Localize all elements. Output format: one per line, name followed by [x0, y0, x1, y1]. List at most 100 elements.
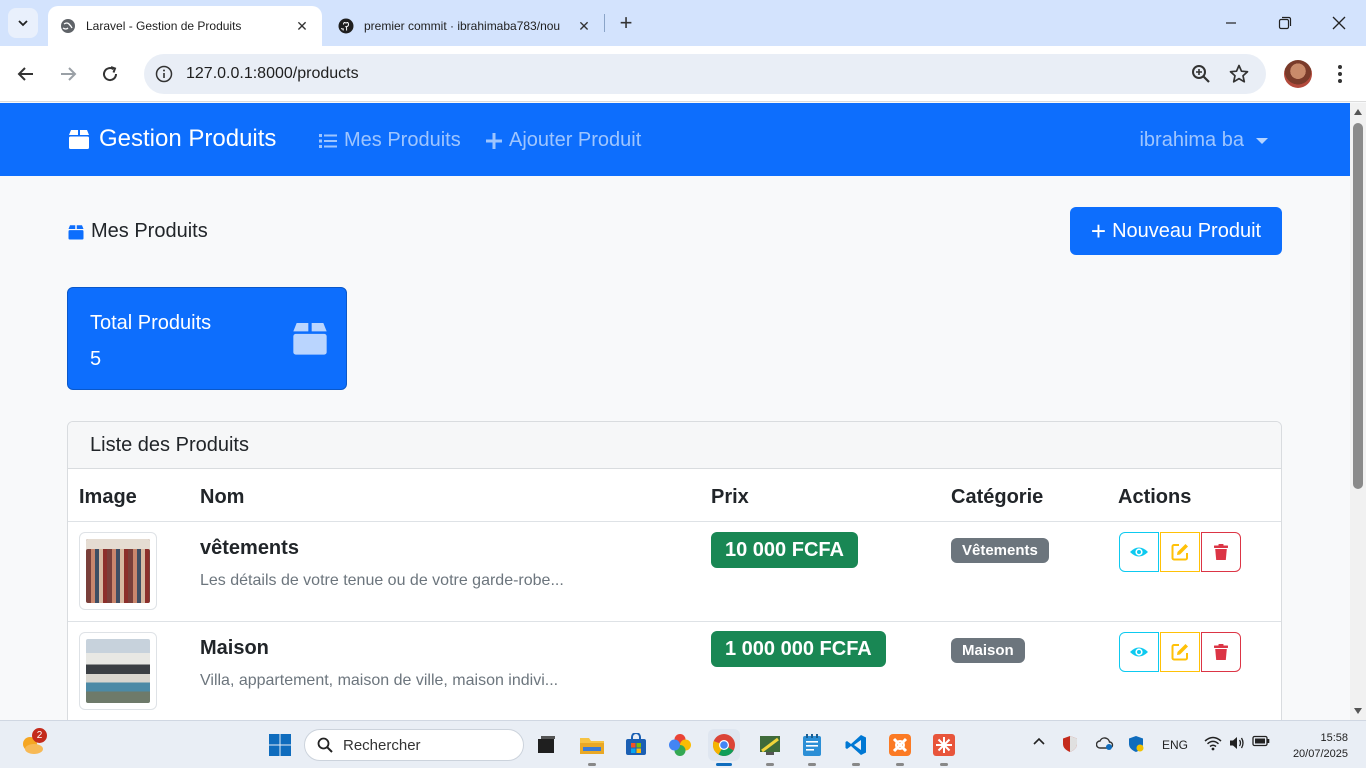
- tab-close-icon[interactable]: ✕: [574, 16, 594, 36]
- arrow-right-icon: [61, 67, 77, 81]
- active-indicator: [716, 763, 732, 766]
- column-header-image: Image: [79, 486, 137, 508]
- product-name[interactable]: vêtements: [200, 537, 299, 560]
- notification-badge: 2: [32, 728, 47, 743]
- volume-icon[interactable]: [1228, 735, 1246, 754]
- tab-laravel[interactable]: Laravel - Gestion de Produits ✕: [48, 6, 322, 46]
- chevron-down-icon: [18, 20, 28, 27]
- notepad-icon[interactable]: [798, 731, 826, 759]
- restore-button[interactable]: [1258, 0, 1312, 46]
- task-view-icon[interactable]: [532, 731, 560, 759]
- delete-button[interactable]: [1201, 532, 1241, 572]
- scroll-down-icon[interactable]: [1354, 708, 1362, 714]
- running-indicator: [852, 763, 860, 766]
- brand-link[interactable]: Gestion Produits: [67, 125, 276, 153]
- column-header-actions: Actions: [1118, 486, 1192, 508]
- tab-github[interactable]: premier commit · ibrahimaba783/nou ✕: [326, 6, 604, 46]
- bookmark-star-icon[interactable]: [1228, 63, 1250, 85]
- clock-date: 20/07/2025: [1292, 748, 1348, 760]
- delete-button[interactable]: [1201, 632, 1241, 672]
- arrow-left-icon: [17, 67, 33, 81]
- new-product-button[interactable]: + Nouveau Produit: [1070, 207, 1282, 255]
- site-info-icon[interactable]: [154, 64, 174, 84]
- box-icon: [69, 130, 89, 149]
- edit-icon: [1171, 544, 1188, 561]
- tab-title: Laravel - Gestion de Produits: [86, 19, 242, 33]
- zoom-icon[interactable]: [1190, 63, 1212, 85]
- app-icon-star[interactable]: [930, 731, 958, 759]
- row-divider: [68, 621, 1281, 622]
- trash-icon: [1214, 644, 1228, 660]
- security-shield-icon[interactable]: [1128, 735, 1144, 756]
- new-tab-button[interactable]: +: [614, 10, 638, 35]
- nav-link-ajouter-produit[interactable]: Ajouter Produit: [485, 129, 641, 152]
- tab-close-icon[interactable]: ✕: [292, 16, 312, 36]
- brand-title: Gestion Produits: [99, 125, 277, 152]
- trash-icon: [1214, 544, 1228, 560]
- close-icon: [1332, 16, 1346, 30]
- file-explorer-icon[interactable]: [578, 731, 606, 759]
- chrome-icon[interactable]: [708, 729, 740, 761]
- user-dropdown[interactable]: ibrahima ba: [1139, 129, 1268, 152]
- back-button[interactable]: [12, 60, 40, 88]
- page-title-text: Mes Produits: [91, 220, 208, 242]
- product-name[interactable]: Maison: [200, 637, 269, 660]
- nav-link-label: Ajouter Produit: [509, 129, 642, 151]
- xampp-icon[interactable]: [886, 731, 914, 759]
- clock[interactable]: 15:58 20/07/2025: [1284, 730, 1348, 762]
- browser-toolbar: 127.0.0.1:8000/products: [0, 46, 1366, 102]
- tray-overflow-icon[interactable]: [1032, 735, 1046, 752]
- address-bar[interactable]: 127.0.0.1:8000/products: [144, 54, 1266, 94]
- url-text[interactable]: 127.0.0.1:8000/products: [186, 65, 359, 83]
- close-window-button[interactable]: [1312, 0, 1366, 46]
- stat-label: Total Produits: [90, 312, 212, 334]
- product-image: [79, 532, 157, 610]
- page-title: Mes Produits: [67, 220, 208, 243]
- forward-button[interactable]: [54, 60, 82, 88]
- windows-logo-icon: [269, 734, 291, 756]
- scrollbar-thumb[interactable]: [1353, 123, 1363, 489]
- eye-icon: [1130, 547, 1148, 557]
- view-button[interactable]: [1119, 632, 1159, 672]
- price-badge: 1 000 000 FCFA: [711, 631, 886, 667]
- clock-time: 15:58: [1320, 732, 1348, 744]
- running-indicator: [766, 763, 774, 766]
- tab-separator: [604, 14, 605, 32]
- ms-store-icon[interactable]: [622, 731, 650, 759]
- edit-button[interactable]: [1160, 532, 1200, 572]
- edit-button[interactable]: [1160, 632, 1200, 672]
- minimize-button[interactable]: [1204, 0, 1258, 46]
- product-description: Villa, appartement, maison de ville, mai…: [200, 672, 559, 689]
- vscode-icon[interactable]: [842, 731, 870, 759]
- cloud-sync-icon[interactable]: [1095, 735, 1114, 754]
- tab-search-button[interactable]: [8, 8, 38, 38]
- total-products-card: Total Produits 5: [67, 287, 347, 390]
- category-badge: Vêtements: [951, 538, 1049, 563]
- app-icon-editor[interactable]: [756, 731, 784, 759]
- battery-icon[interactable]: [1252, 735, 1270, 750]
- view-button[interactable]: [1119, 532, 1159, 572]
- products-list-card: Liste des Produits Image Nom Prix Catégo…: [67, 421, 1282, 720]
- profile-avatar[interactable]: [1284, 60, 1312, 88]
- browser-menu-icon[interactable]: [1330, 60, 1350, 88]
- wifi-icon[interactable]: [1204, 735, 1222, 754]
- box-icon: [68, 224, 84, 239]
- plus-icon: +: [1090, 216, 1107, 246]
- language-indicator[interactable]: ENG: [1162, 738, 1188, 752]
- top-navbar: Gestion Produits Mes Produits Ajouter Pr…: [0, 103, 1350, 176]
- running-indicator: [588, 763, 596, 766]
- shield-icon[interactable]: [1062, 735, 1078, 756]
- nav-link-mes-produits[interactable]: Mes Produits: [318, 129, 461, 152]
- reload-button[interactable]: [96, 60, 124, 88]
- windows-taskbar: 2 Rechercher ENG 15:58 20/07/2025: [0, 720, 1366, 768]
- tab-title: premier commit · ibrahimaba783/nou: [364, 19, 561, 33]
- reload-icon: [103, 66, 118, 82]
- page-scrollbar[interactable]: [1350, 103, 1366, 720]
- column-header-name: Nom: [200, 486, 245, 508]
- minimize-icon: [1226, 22, 1236, 24]
- start-button[interactable]: [266, 731, 294, 759]
- taskbar-search[interactable]: Rechercher: [304, 729, 524, 761]
- new-product-label: Nouveau Produit: [1112, 219, 1262, 242]
- scroll-up-icon[interactable]: [1354, 109, 1362, 115]
- photos-icon[interactable]: [666, 731, 694, 759]
